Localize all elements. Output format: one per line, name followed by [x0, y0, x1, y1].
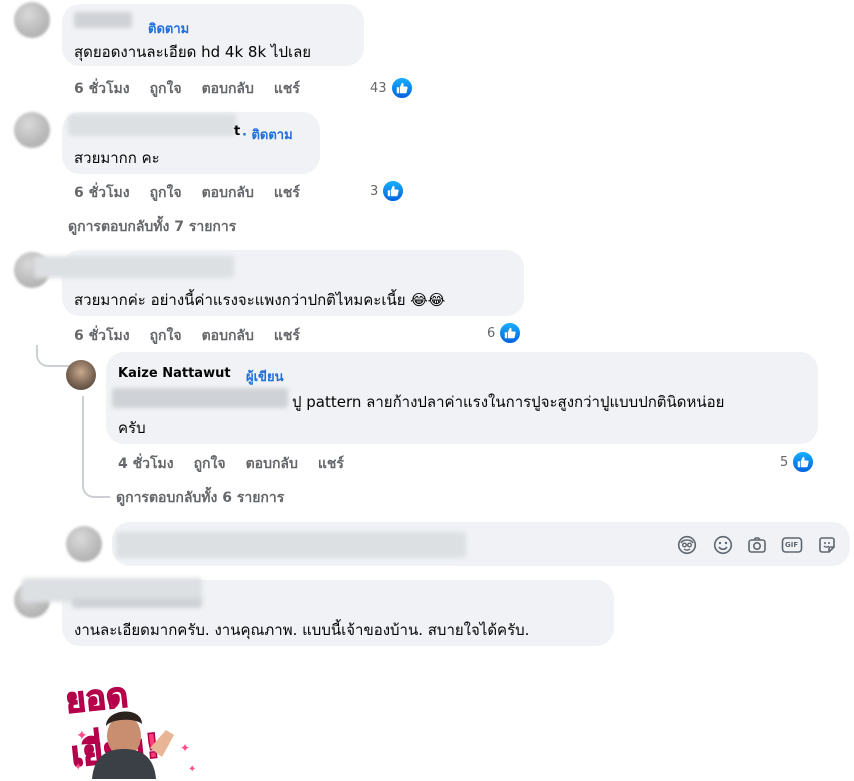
thumbs-up-icon — [389, 76, 414, 100]
reply-actions: 4 ชั่วโมง ถูกใจ ตอบกลับ แชร์ — [118, 453, 344, 475]
avatar-sticker-icon[interactable] — [676, 534, 698, 556]
thumbs-up-icon — [381, 179, 406, 203]
like-button[interactable]: ถูกใจ — [150, 325, 182, 347]
view-replies-link[interactable]: ดูการตอบกลับทั้ง 7 รายการ — [68, 216, 236, 238]
follow-link[interactable]: · ติดตาม — [242, 124, 293, 145]
comment-bubble: t · ติดตาม สวยมากก คะ — [62, 112, 320, 174]
thumbs-up-icon — [498, 321, 523, 345]
timestamp[interactable]: 6 ชั่วโมง — [74, 325, 130, 347]
commenter-name-redacted — [74, 12, 132, 28]
timestamp[interactable]: 4 ชั่วโมง — [118, 453, 174, 475]
reaction-count[interactable]: 6 — [487, 321, 523, 345]
timestamp[interactable]: 6 ชั่วโมง — [74, 78, 130, 100]
reply-button[interactable]: ตอบกลับ — [202, 182, 254, 204]
commenter-name-redacted — [68, 114, 236, 136]
comment-text: สวยมากค่ะ อย่างนี้ค่าแรงจะแพงกว่าปกติไหม… — [74, 291, 446, 309]
commenter-name-redacted — [72, 598, 202, 608]
avatar[interactable] — [14, 2, 50, 38]
svg-text:✦: ✦ — [74, 762, 82, 773]
share-button[interactable]: แชร์ — [274, 325, 300, 347]
reply-text-line2: ครับ — [118, 419, 146, 437]
svg-text:✦: ✦ — [180, 741, 190, 755]
camera-icon[interactable] — [746, 534, 768, 556]
reply-button[interactable]: ตอบกลับ — [202, 78, 254, 100]
gif-label: GIF — [785, 541, 799, 549]
author-badge: ผู้เขียน — [246, 370, 284, 385]
reaction-count-value: 3 — [370, 183, 379, 199]
mention-redacted — [112, 388, 288, 408]
reaction-count-value: 43 — [370, 80, 387, 96]
reaction-count-value: 5 — [780, 454, 789, 470]
commenter-name-redacted — [34, 256, 234, 278]
reply-button[interactable]: ตอบกลับ — [246, 453, 298, 475]
comment-text: สุดยอดงานละเอียด hd 4k 8k ไปเลย — [74, 43, 312, 61]
comment-actions: 6 ชั่วโมง ถูกใจ ตอบกลับ แชร์ — [74, 325, 300, 347]
svg-text:✦: ✦ — [76, 728, 88, 744]
reply-text-line1: ปู pattern ลายก้างปลาค่าแรงในการปูจะสูงก… — [292, 393, 725, 411]
share-button[interactable]: แชร์ — [318, 453, 344, 475]
reply-bubble: Kaize Nattawut ผู้เขียน ปู pattern ลายก้… — [106, 352, 818, 444]
reaction-count[interactable]: 3 — [370, 179, 406, 203]
sticker-image: ยอดเยี่ยม! ✦ ✦ ✦ ✦ — [62, 660, 212, 779]
avatar — [66, 526, 102, 562]
comment-bubble: ติดตาม สุดยอดงานละเอียด hd 4k 8k ไปเลย — [62, 4, 364, 66]
share-button[interactable]: แชร์ — [274, 78, 300, 100]
thumbs-up-icon — [791, 450, 816, 474]
follow-link[interactable]: ติดตาม — [148, 18, 189, 39]
comment-text: สวยมากก คะ — [74, 149, 160, 167]
reply-button[interactable]: ตอบกลับ — [202, 325, 254, 347]
gif-icon[interactable]: GIF — [781, 534, 803, 556]
reply-author-name[interactable]: Kaize Nattawut — [118, 366, 231, 381]
like-button[interactable]: ถูกใจ — [194, 453, 226, 475]
avatar[interactable] — [14, 112, 50, 148]
timestamp[interactable]: 6 ชั่วโมง — [74, 182, 130, 204]
emoji-icon[interactable] — [712, 534, 734, 556]
commenter-name-suffix[interactable]: t — [234, 124, 240, 139]
comment-bubble: งานละเอียดมากครับ. งานคุณภาพ. แบบนี้เจ้า… — [22, 578, 614, 646]
reaction-count-value: 6 — [487, 325, 496, 341]
view-replies-link[interactable]: ดูการตอบกลับทั้ง 6 รายการ — [116, 487, 284, 509]
svg-text:✦: ✦ — [188, 764, 196, 775]
input-text-redacted — [116, 532, 466, 558]
sticker-icon[interactable] — [816, 534, 838, 556]
like-button[interactable]: ถูกใจ — [150, 182, 182, 204]
author-avatar[interactable] — [66, 360, 96, 390]
comment-input[interactable] — [112, 522, 850, 566]
reaction-count[interactable]: 5 — [780, 450, 816, 474]
comment-text: งานละเอียดมากครับ. งานคุณภาพ. แบบนี้เจ้า… — [74, 621, 530, 639]
share-button[interactable]: แชร์ — [274, 182, 300, 204]
like-button[interactable]: ถูกใจ — [150, 78, 182, 100]
reaction-count[interactable]: 43 — [370, 76, 414, 100]
comment-actions: 6 ชั่วโมง ถูกใจ ตอบกลับ แชร์ — [74, 78, 300, 100]
comment-actions: 6 ชั่วโมง ถูกใจ ตอบกลับ แชร์ — [74, 182, 300, 204]
comment-bubble: สวยมากค่ะ อย่างนี้ค่าแรงจะแพงกว่าปกติไหม… — [34, 250, 524, 316]
